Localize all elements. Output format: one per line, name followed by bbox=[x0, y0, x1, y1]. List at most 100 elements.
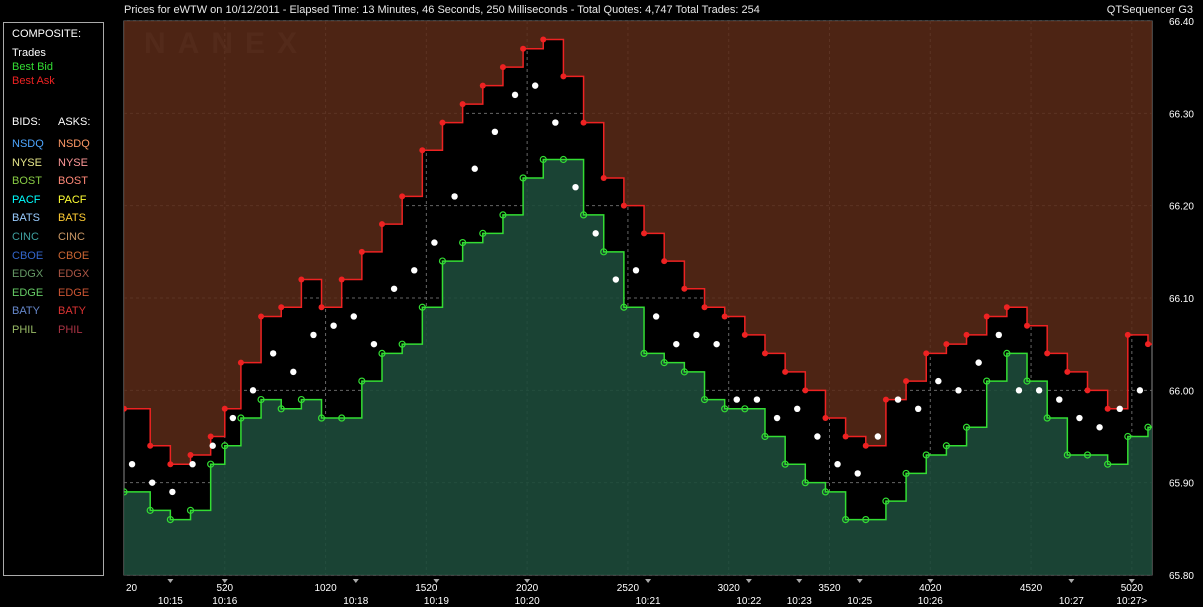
best-ask-point bbox=[761, 350, 768, 357]
best-ask-point bbox=[298, 276, 305, 283]
best-ask-point bbox=[399, 193, 406, 200]
time-tick-marker bbox=[167, 579, 174, 583]
best-ask-point bbox=[620, 202, 627, 209]
x-seq-tick-label: 1520 bbox=[415, 583, 438, 594]
best-ask-point bbox=[540, 36, 547, 43]
y-tick-label: 65.80 bbox=[1169, 571, 1194, 582]
trade-point bbox=[1015, 387, 1023, 394]
trade-point bbox=[834, 461, 841, 468]
trade-point bbox=[632, 267, 640, 274]
trade-point bbox=[451, 193, 458, 200]
x-time-tick-label: 10:15 bbox=[158, 596, 183, 607]
best-ask-point bbox=[439, 119, 446, 126]
trade-point bbox=[894, 396, 902, 403]
best-ask-point bbox=[419, 147, 426, 154]
best-ask-point bbox=[1003, 304, 1010, 311]
trade-point bbox=[854, 470, 861, 477]
trade-point bbox=[1136, 387, 1144, 394]
trade-point bbox=[914, 405, 922, 412]
best-ask-point bbox=[701, 304, 708, 311]
x-time-tick-label: 10:23 bbox=[787, 596, 812, 607]
trade-point bbox=[209, 442, 216, 449]
best-ask-point bbox=[318, 304, 325, 311]
best-ask-point bbox=[1064, 368, 1071, 375]
best-ask-point bbox=[338, 276, 345, 283]
trade-point bbox=[652, 313, 660, 320]
y-tick-label: 66.30 bbox=[1169, 109, 1194, 120]
trade-point bbox=[411, 267, 418, 274]
trade-point bbox=[532, 82, 539, 89]
best-ask-point bbox=[147, 442, 154, 449]
best-ask-point bbox=[802, 387, 809, 394]
trade-point bbox=[169, 488, 176, 496]
time-tick-marker bbox=[856, 579, 863, 583]
best-ask-point bbox=[1044, 350, 1051, 357]
best-ask-point bbox=[923, 350, 930, 357]
best-ask-point bbox=[842, 433, 849, 440]
best-ask-point bbox=[237, 359, 244, 366]
trade-point bbox=[874, 433, 882, 440]
best-ask-point bbox=[943, 341, 950, 348]
x-time-tick-label: 10:16 bbox=[212, 596, 237, 607]
x-time-tick-label: 10:20 bbox=[515, 596, 540, 607]
best-ask-point bbox=[358, 248, 365, 255]
x-seq-tick-label: 2020 bbox=[516, 583, 539, 594]
x-seq-tick-label: 5020 bbox=[1121, 583, 1144, 594]
trade-point bbox=[935, 377, 942, 385]
x-time-tick-label: 10:27 bbox=[1059, 596, 1084, 607]
trade-point bbox=[390, 285, 398, 292]
x-time-tick-label: 10:18 bbox=[343, 596, 368, 607]
trade-point bbox=[794, 405, 801, 412]
best-ask-point bbox=[379, 221, 386, 228]
y-tick-label: 66.20 bbox=[1169, 202, 1194, 213]
best-ask-point bbox=[187, 451, 194, 458]
trade-point bbox=[1076, 414, 1083, 422]
trade-point bbox=[431, 239, 438, 246]
trade-point bbox=[814, 433, 821, 440]
x-seq-tick-label: 4020 bbox=[919, 583, 942, 594]
trade-point bbox=[149, 479, 156, 486]
best-ask-point bbox=[207, 433, 214, 440]
best-ask-point bbox=[641, 230, 648, 237]
x-time-tick-label: 10:19 bbox=[424, 596, 449, 607]
best-ask-point bbox=[822, 415, 829, 422]
time-tick-marker bbox=[352, 579, 359, 583]
trade-point bbox=[572, 184, 579, 191]
trade-point bbox=[713, 340, 720, 348]
trade-point bbox=[471, 165, 478, 172]
x-seq-tick-label: 1020 bbox=[314, 583, 337, 594]
best-ask-point bbox=[1024, 322, 1031, 329]
trade-point bbox=[592, 230, 599, 237]
x-time-tick-label: 10:25 bbox=[847, 596, 872, 607]
x-seq-tick-label: 4520 bbox=[1020, 583, 1043, 594]
best-ask-point bbox=[903, 378, 910, 385]
y-tick-label: 66.10 bbox=[1169, 294, 1194, 305]
best-ask-point bbox=[661, 258, 668, 265]
time-tick-marker bbox=[1068, 579, 1075, 583]
time-tick-marker bbox=[796, 579, 803, 583]
best-ask-point bbox=[560, 73, 567, 80]
trade-point bbox=[1056, 396, 1063, 403]
trade-point bbox=[128, 461, 136, 468]
best-ask-point bbox=[520, 45, 527, 52]
best-ask-point bbox=[782, 368, 789, 375]
trade-point bbox=[310, 331, 317, 339]
best-ask-point bbox=[721, 313, 728, 320]
trade-point bbox=[330, 322, 337, 329]
x-seq-tick-label: 3520 bbox=[818, 583, 841, 594]
best-ask-point bbox=[963, 331, 970, 338]
x-time-tick-label: 10:27> bbox=[1116, 596, 1147, 607]
best-ask-point bbox=[499, 64, 506, 71]
trade-point bbox=[693, 331, 700, 339]
x-seq-tick-label: 520 bbox=[216, 583, 233, 594]
trade-point bbox=[1035, 387, 1043, 394]
best-ask-point bbox=[741, 331, 748, 338]
time-tick-marker bbox=[745, 579, 752, 583]
trade-point bbox=[773, 414, 781, 422]
trade-point bbox=[552, 119, 559, 126]
trade-point bbox=[975, 359, 982, 366]
best-ask-point bbox=[167, 461, 174, 468]
x-seq-tick-label: 2520 bbox=[617, 583, 640, 594]
best-ask-point bbox=[1124, 331, 1131, 338]
time-tick-marker bbox=[645, 579, 652, 583]
